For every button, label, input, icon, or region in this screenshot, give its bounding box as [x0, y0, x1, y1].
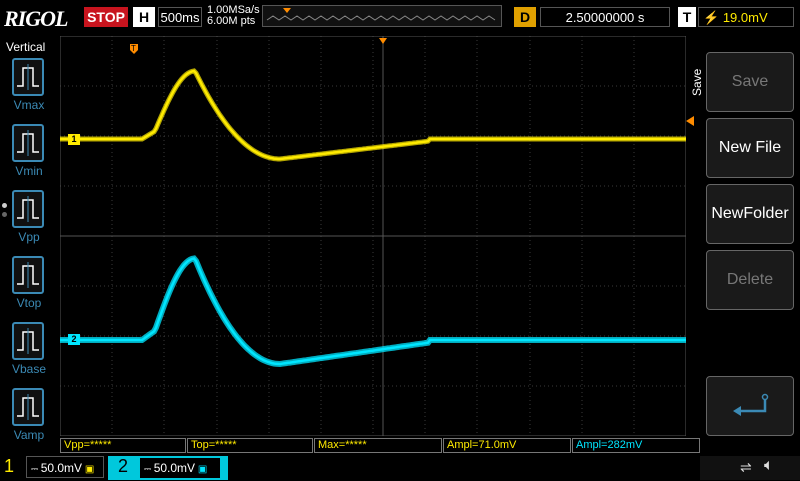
page-dot: [2, 212, 7, 217]
channel2-noise-band: [60, 255, 686, 368]
timebase-value[interactable]: 500ms: [158, 7, 202, 27]
measure-vbase-label: Vbase: [11, 362, 47, 376]
memory-overview: [262, 5, 502, 27]
measure-vmax-button[interactable]: [12, 58, 44, 96]
memory-depth: 6.00M pts: [207, 15, 256, 27]
save-button[interactable]: Save: [706, 52, 794, 112]
waveform-grid[interactable]: T: [60, 36, 686, 436]
measure-vamp-button[interactable]: [12, 388, 44, 426]
new-folder-button[interactable]: NewFolder: [706, 184, 794, 244]
left-menu-title: Vertical: [6, 40, 46, 54]
channel2-scale-value: 50.0mV: [153, 461, 196, 475]
channel1-scale-value: 50.0mV: [40, 461, 83, 475]
vpp-icon: [17, 196, 39, 222]
bandwidth-icon: ▣: [82, 464, 95, 475]
run-stop-indicator[interactable]: STOP: [84, 7, 128, 27]
measure-vpp-label: Vpp: [18, 230, 40, 244]
trigger-level-value: 19.0mV: [722, 10, 768, 25]
bandwidth-icon: ▣: [195, 464, 208, 475]
vmin-icon: [17, 130, 39, 156]
return-arrow-icon: [733, 393, 769, 416]
trigger-level-marker: [686, 116, 694, 126]
delete-button[interactable]: Delete: [706, 250, 794, 310]
channel2-offset-marker[interactable]: 2: [68, 334, 80, 345]
measure-vpp-button[interactable]: [12, 190, 44, 228]
channel1-offset-marker[interactable]: 1: [68, 134, 80, 145]
brand-logo: RIGOL: [4, 6, 68, 31]
usb-icon: ⇌: [740, 459, 752, 475]
center-time-marker: [379, 38, 387, 44]
vamp-icon: [17, 394, 39, 420]
sample-info: 1.00MSa/s 6.00M pts: [207, 5, 260, 27]
speaker-muted-icon[interactable]: 🔈︎: [764, 457, 774, 475]
memory-overview-wave: [266, 8, 496, 21]
channel2-label[interactable]: 2: [118, 456, 128, 477]
dc-coupling-icon: ⎓: [31, 464, 41, 474]
measure-vbase-button[interactable]: [12, 322, 44, 360]
measure-vtop-button[interactable]: [12, 256, 44, 294]
channel1-label[interactable]: 1: [4, 456, 14, 477]
page-dot: [2, 203, 7, 208]
measure-vamp-label: Vamp: [13, 428, 45, 442]
measure-vtop-label: Vtop: [16, 296, 42, 310]
horizontal-key: H: [133, 7, 155, 27]
trigger-position-marker: [283, 8, 291, 13]
channel2-scale[interactable]: ⎓ 50.0mV ▣: [140, 458, 220, 478]
vmax-icon: [17, 64, 39, 90]
vtop-icon: [17, 262, 39, 288]
measurement-ampl-ch2: Ampl=282mV: [572, 438, 700, 453]
measurement-top: Top=*****: [187, 438, 313, 453]
right-menu-title: Save: [690, 68, 704, 96]
dc-coupling-icon: ⎓: [144, 464, 154, 474]
delay-key: D: [514, 7, 536, 27]
trigger-level-box[interactable]: ⚡ 19.0mV: [698, 7, 794, 27]
measurement-ampl-ch1: Ampl=71.0mV: [443, 438, 571, 453]
vbase-icon: [17, 328, 39, 354]
measurement-vpp: Vpp=*****: [60, 438, 186, 453]
delay-value[interactable]: 2.50000000 s: [540, 7, 670, 27]
measurement-max: Max=*****: [314, 438, 442, 453]
measure-vmin-label: Vmin: [15, 164, 43, 178]
rising-edge-icon: ⚡: [703, 10, 723, 25]
new-file-button[interactable]: New File: [706, 118, 794, 178]
return-button[interactable]: [706, 376, 794, 436]
trigger-time-label: T: [131, 44, 136, 53]
trigger-key: T: [678, 7, 696, 27]
measure-vmin-button[interactable]: [12, 124, 44, 162]
measure-vmax-label: Vmax: [13, 98, 45, 112]
channel1-scale[interactable]: ⎓ 50.0mV ▣: [26, 456, 104, 478]
